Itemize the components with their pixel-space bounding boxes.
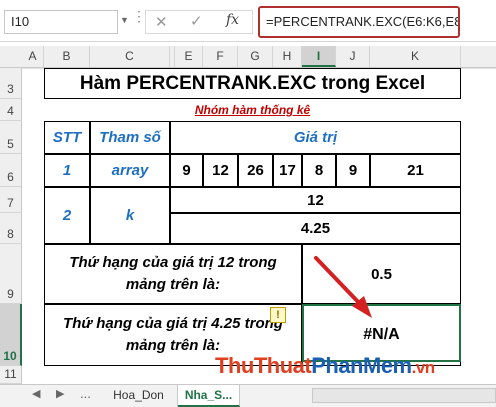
array-value-g6[interactable]: 26 xyxy=(238,154,273,187)
array-value-j6[interactable]: 9 xyxy=(336,154,370,187)
watermark-part2: PhanMem xyxy=(311,353,412,378)
k-value-1[interactable]: 12 xyxy=(170,187,461,213)
horizontal-scrollbar[interactable] xyxy=(312,388,496,403)
insert-function-icon[interactable]: fx xyxy=(226,12,239,28)
row1-stt[interactable]: 1 xyxy=(44,154,90,187)
array-value-e6[interactable]: 9 xyxy=(170,154,203,187)
row-header-9[interactable]: 9 xyxy=(0,244,22,304)
header-param[interactable]: Tham số xyxy=(90,121,170,154)
column-header-b[interactable]: B xyxy=(44,46,90,67)
name-box[interactable]: I10 xyxy=(4,10,118,34)
column-header-j[interactable]: J xyxy=(336,46,370,67)
column-headers: A B C E F G H I J K xyxy=(0,46,496,68)
column-header-g[interactable]: G xyxy=(238,46,273,67)
question-1[interactable]: Thứ hạng của giá trị 12 trong mảng trên … xyxy=(44,244,302,304)
tab-nha-s[interactable]: Nha_S... xyxy=(178,385,240,407)
watermark-part1: ThuThuat xyxy=(215,353,312,378)
watermark-part3: .vn xyxy=(411,358,436,377)
chevron-down-icon[interactable]: ▼ xyxy=(120,15,129,25)
header-value[interactable]: Giá trị xyxy=(170,121,461,154)
row-header-7[interactable]: 7 xyxy=(0,187,22,213)
row1-param[interactable]: array xyxy=(90,154,170,187)
array-value-h6[interactable]: 17 xyxy=(273,154,302,187)
more-sheets-left-icon[interactable]: ... xyxy=(80,386,91,401)
column-header-e[interactable]: E xyxy=(175,46,203,67)
cancel-icon[interactable]: ✕ xyxy=(155,13,168,31)
column-header-k[interactable]: K xyxy=(370,46,461,67)
row-header-4[interactable]: 4 xyxy=(0,99,22,121)
tab-hoa-don[interactable]: Hoa_Don xyxy=(100,385,178,407)
column-header-i[interactable]: I xyxy=(302,46,336,67)
array-value-k6[interactable]: 21 xyxy=(370,154,461,187)
prev-sheet-icon[interactable]: ◀ xyxy=(32,387,40,400)
row-header-3[interactable]: 3 xyxy=(0,68,22,99)
enter-icon[interactable]: ✓ xyxy=(190,12,203,30)
array-value-f6[interactable]: 12 xyxy=(203,154,238,187)
sheet-title[interactable]: Hàm PERCENTRANK.EXC trong Excel xyxy=(44,68,461,99)
row-header-11[interactable]: 11 xyxy=(0,366,22,384)
row2-stt[interactable]: 2 xyxy=(44,187,90,244)
array-value-i6[interactable]: 8 xyxy=(302,154,336,187)
header-stt[interactable]: STT xyxy=(44,121,90,154)
column-header-c[interactable]: C xyxy=(90,46,170,67)
k-value-2[interactable]: 4.25 xyxy=(170,213,461,244)
row-header-10[interactable]: 10 xyxy=(0,304,22,366)
row-header-5[interactable]: 5 xyxy=(0,121,22,154)
sheet-subtitle[interactable]: Nhóm hàm thống kê xyxy=(44,99,461,121)
row-header-8[interactable]: 8 xyxy=(0,213,22,244)
more-icon: ⋮ xyxy=(132,8,146,24)
row-header-6[interactable]: 6 xyxy=(0,154,22,187)
column-header-f[interactable]: F xyxy=(203,46,238,67)
formula-input[interactable]: =PERCENTRANK.EXC(E6:K6,E8) xyxy=(258,6,460,38)
warning-icon[interactable]: ! xyxy=(270,307,286,323)
watermark: ThuThuatPhanMem.vn xyxy=(215,353,435,379)
next-sheet-icon[interactable]: ▶ xyxy=(56,387,64,400)
column-header-a[interactable]: A xyxy=(22,46,44,67)
answer-1[interactable]: 0.5 xyxy=(302,244,461,304)
row2-param[interactable]: k xyxy=(90,187,170,244)
column-header-h[interactable]: H xyxy=(273,46,302,67)
